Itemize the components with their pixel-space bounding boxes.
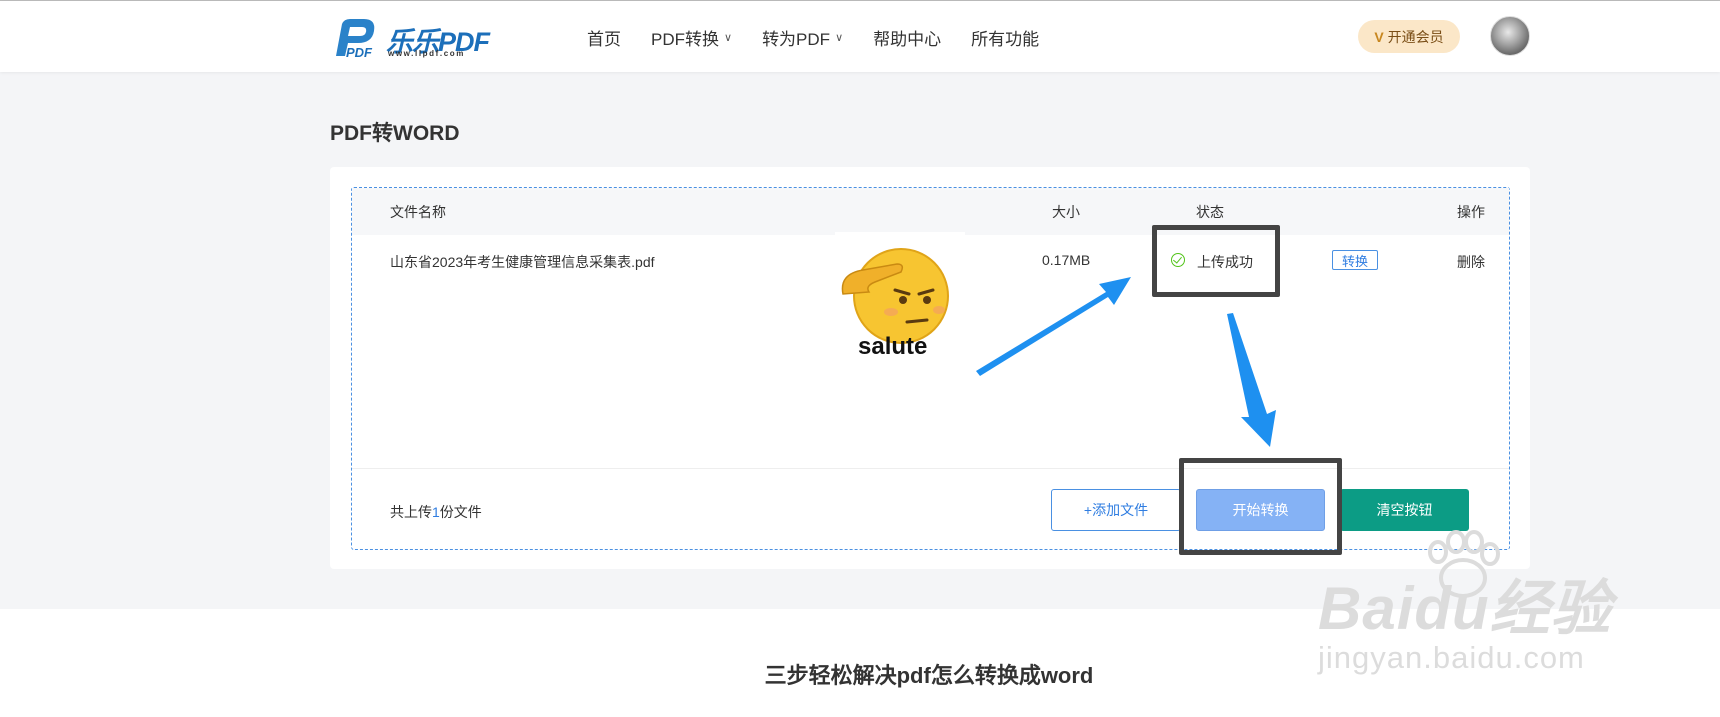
add-file-button[interactable]: +添加文件 <box>1051 489 1181 531</box>
nav-item-all-features[interactable]: 所有功能 <box>971 25 1039 50</box>
column-header-status: 状态 <box>1196 204 1224 220</box>
chevron-down-icon: ∨ <box>835 32 844 44</box>
nav-item-label: PDF转换 <box>651 30 719 49</box>
nav-item-to-pdf[interactable]: 转为PDF ∨ <box>762 25 843 50</box>
user-avatar[interactable] <box>1490 16 1530 56</box>
clear-button[interactable]: 清空按钮 <box>1340 489 1469 531</box>
watermark-sub: jingyan.baidu.com <box>1318 640 1585 675</box>
upload-count-number: 1 <box>432 504 440 520</box>
upload-count: 共上传1份文件 <box>390 502 482 522</box>
nav-item-pdf-convert[interactable]: PDF转换 ∨ <box>651 25 732 50</box>
sticker-label: salute <box>858 333 928 360</box>
nav-item-label: 所有功能 <box>971 30 1040 49</box>
main-nav: 首页 PDF转换 ∨ 转为PDF ∨ 帮助中心 所有功能 <box>587 25 1069 50</box>
vip-label: 开通会员 <box>1387 28 1444 45</box>
site-logo[interactable]: PDF 乐乐PDF www.llpdf.com <box>330 16 490 60</box>
chevron-down-icon: ∨ <box>724 32 733 44</box>
baidu-watermark: Baidu经验 jingyan.baidu.com <box>1318 530 1638 680</box>
nav-item-label: 首页 <box>587 30 621 49</box>
convert-file-button[interactable]: 转换 <box>1332 250 1378 270</box>
column-header-name: 文件名称 <box>390 204 446 220</box>
vip-crown-icon: V <box>1374 28 1384 45</box>
vip-button[interactable]: V 开通会员 <box>1358 20 1460 53</box>
top-header: PDF 乐乐PDF www.llpdf.com 首页 PDF转换 ∨ 转为PDF ∨… <box>0 1 1720 72</box>
page-title: PDF转WORD <box>330 122 460 145</box>
nav-item-home[interactable]: 首页 <box>587 25 621 50</box>
nav-item-label: 帮助中心 <box>873 30 942 49</box>
column-header-size: 大小 <box>1052 204 1080 220</box>
logo-mark-icon: PDF <box>336 19 375 60</box>
upload-count-prefix: 共上传 <box>390 504 432 520</box>
delete-file-button[interactable]: 删除 <box>1457 252 1485 272</box>
file-size-cell: 0.17MB <box>1042 252 1091 268</box>
upload-count-suffix: 份文件 <box>439 504 482 520</box>
nav-item-label: 转为PDF <box>762 30 831 49</box>
watermark-main: Baidu经验 <box>1318 575 1612 642</box>
nav-item-help[interactable]: 帮助中心 <box>873 25 941 50</box>
file-table-header <box>352 188 1509 235</box>
highlight-box-status <box>1152 225 1280 297</box>
column-header-action: 操作 <box>1457 204 1485 220</box>
svg-text:PDF: PDF <box>346 45 373 60</box>
logo-url: www.llpdf.com <box>388 49 465 58</box>
file-name-cell: 山东省2023年考生健康管理信息采集表.pdf <box>390 254 655 270</box>
